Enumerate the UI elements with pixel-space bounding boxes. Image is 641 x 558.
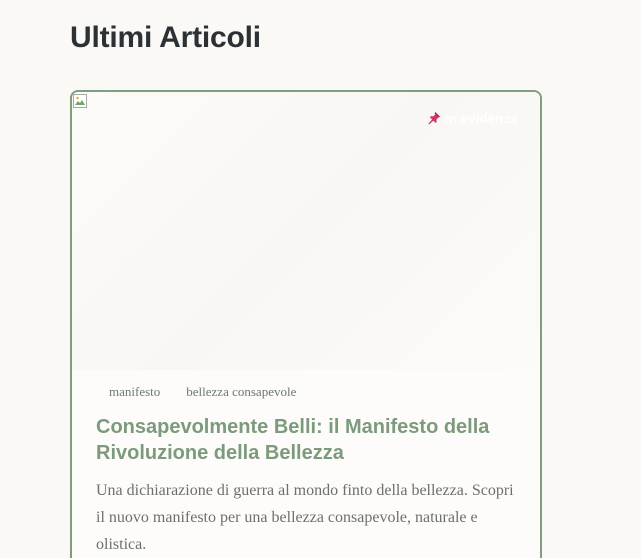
article-cover-image[interactable]: In evidenza [72, 92, 540, 370]
tag-bellezza-consapevole[interactable]: bellezza consapevole [175, 382, 308, 402]
article-excerpt: Una dichiarazione di guerra al mondo fin… [96, 482, 514, 553]
pushpin-icon [428, 112, 440, 125]
featured-badge: In evidenza [427, 109, 518, 127]
section-title: Ultimi Articoli [70, 21, 261, 54]
featured-label: In evidenza [444, 110, 518, 126]
article-card[interactable]: In evidenza manifesto bellezza consapevo… [70, 90, 542, 558]
broken-image-icon [73, 94, 87, 108]
tag-manifesto[interactable]: manifesto [98, 382, 172, 402]
article-title[interactable]: Consapevolmente Belli: il Manifesto dell… [96, 414, 516, 466]
article-tags: manifesto bellezza consapevole [98, 382, 308, 402]
